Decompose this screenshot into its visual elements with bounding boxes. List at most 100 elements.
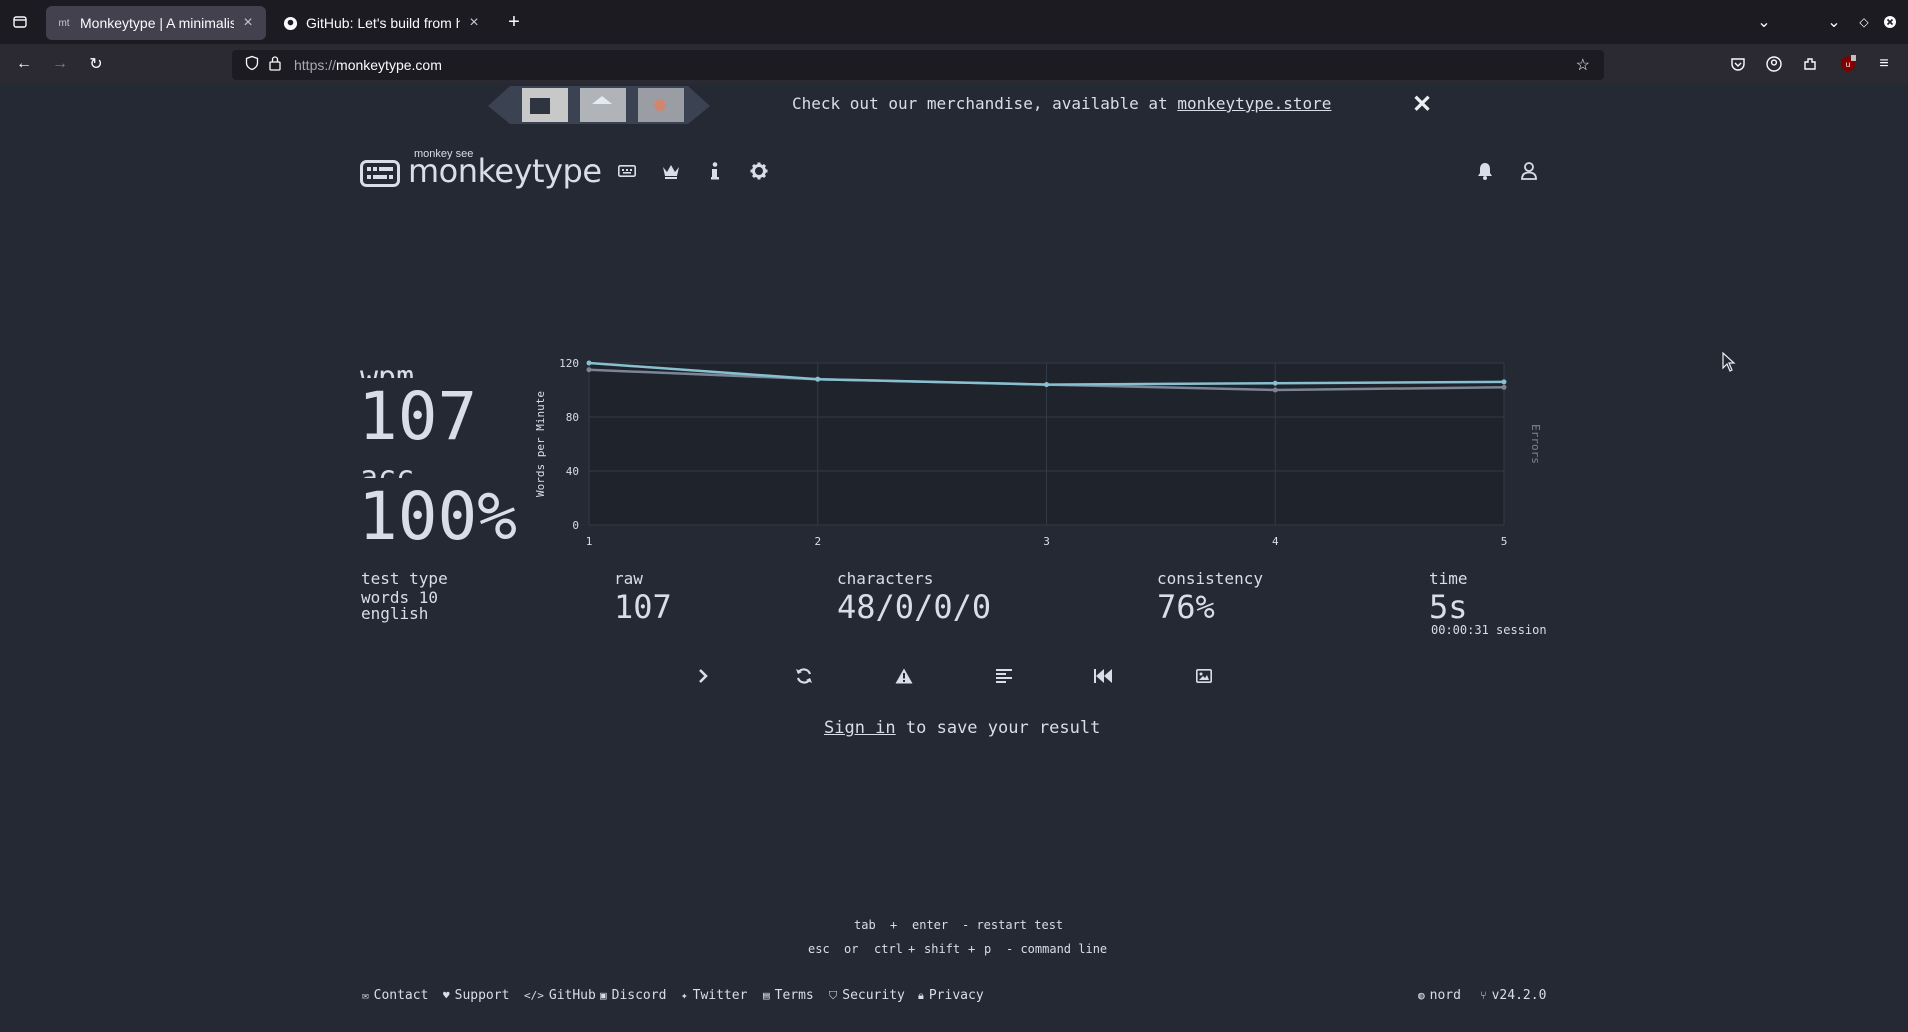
series-point <box>1044 382 1049 388</box>
user-icon[interactable] <box>1518 160 1540 182</box>
shield-icon[interactable] <box>244 55 260 76</box>
wpm-value: 107 <box>358 378 478 455</box>
words-history-icon[interactable] <box>990 664 1018 688</box>
discord-icon: ▣ <box>600 989 607 1002</box>
sign-in-link[interactable]: Sign in <box>824 718 896 738</box>
y-tick-label: 0 <box>572 519 579 532</box>
hint-command-line-text: - command line <box>1006 942 1108 956</box>
raw-label: raw <box>614 569 643 588</box>
hint-restart-text: - restart test <box>962 918 1064 932</box>
consistency-label: consistency <box>1157 569 1263 588</box>
key-p: p <box>984 942 992 956</box>
y-tick-label: 40 <box>566 465 579 478</box>
footer-github[interactable]: </> GitHub <box>524 988 596 1003</box>
svg-text:u: u <box>1846 60 1850 69</box>
back-arrow-icon[interactable]: ← <box>10 50 38 78</box>
warning-icon[interactable] <box>890 664 918 688</box>
time-value: 5s <box>1429 588 1468 626</box>
tab-title: Monkeytype | A minimalistic <box>80 15 234 31</box>
time-label: time <box>1429 569 1468 588</box>
bookmark-star-icon[interactable]: ☆ <box>1576 55 1590 75</box>
wpm-chart: 0 40 80 120 1 2 3 4 5 Words per Minute Errors <box>534 357 1542 548</box>
palette-icon: ◍ <box>1418 989 1425 1002</box>
extensions-icon[interactable] <box>1796 50 1824 78</box>
acc-value: 100% <box>358 478 517 555</box>
series-point <box>1272 380 1278 386</box>
footer-privacy[interactable]: 🔒︎ Privacy <box>918 988 984 1003</box>
x-tick-label: 3 <box>1043 535 1050 548</box>
crown-icon[interactable] <box>660 160 682 182</box>
series-point <box>1501 379 1507 385</box>
lock-icon: 🔒︎ <box>918 988 924 1002</box>
footer-terms[interactable]: ▤ Terms <box>763 988 814 1003</box>
close-tab-icon[interactable]: × <box>240 14 256 32</box>
test-type-language: english <box>361 604 429 623</box>
footer-version[interactable]: ⑂ v24.2.0 <box>1480 988 1546 1003</box>
save-screenshot-icon[interactable] <box>1190 664 1218 688</box>
x-tick-label: 2 <box>814 535 821 548</box>
x-tick-label: 5 <box>1501 535 1508 548</box>
banner-text: Check out our merchandise, available at … <box>792 94 1332 113</box>
footer-theme[interactable]: ◍ nord <box>1418 988 1461 1003</box>
pocket-icon[interactable] <box>1724 50 1752 78</box>
series-point <box>586 367 592 373</box>
envelope-icon: ✉ <box>362 989 369 1002</box>
footer-support[interactable]: ♥ Support <box>443 988 509 1003</box>
merch-image <box>488 86 710 124</box>
series-point <box>1272 387 1278 393</box>
forward-arrow-icon[interactable]: → <box>46 50 74 78</box>
y-tick-label: 120 <box>559 357 579 370</box>
browser-tabbar: mt Monkeytype | A minimalistic × GitHub:… <box>0 0 1908 44</box>
chevron-down-icon[interactable]: ⌄ <box>1820 8 1848 36</box>
code-icon: </> <box>524 989 544 1002</box>
characters-label: characters <box>837 569 934 588</box>
series-point <box>586 360 592 366</box>
replay-icon[interactable] <box>1090 664 1118 688</box>
hint-plus: + <box>890 918 898 932</box>
hamburger-menu-icon[interactable]: ≡ <box>1870 50 1898 78</box>
tab-monkeytype[interactable]: mt Monkeytype | A minimalistic × <box>46 6 266 40</box>
y-tick-label: 80 <box>566 411 579 424</box>
restore-window-icon[interactable]: ◇ <box>1850 8 1878 36</box>
info-icon[interactable] <box>704 160 726 182</box>
merch-store-link[interactable]: monkeytype.store <box>1177 94 1331 113</box>
key-shift: shift <box>924 942 961 956</box>
hint-or: or <box>844 942 859 956</box>
footer-security[interactable]: ⛉ Security <box>829 988 905 1003</box>
keyboard-icon[interactable] <box>616 160 638 182</box>
close-tab-icon[interactable]: × <box>466 14 482 32</box>
wpm-label: wpm <box>360 360 415 378</box>
reload-icon[interactable]: ↻ <box>82 50 110 78</box>
gear-icon[interactable] <box>748 160 770 182</box>
new-tab-button[interactable]: + <box>500 8 528 36</box>
consistency-value: 76% <box>1157 588 1215 626</box>
close-banner-button[interactable]: ✕ <box>1412 90 1432 119</box>
monkeytype-logo-icon[interactable] <box>360 160 400 187</box>
sign-in-prompt: Sign in to save your result <box>824 718 1101 738</box>
account-icon[interactable] <box>1760 50 1788 78</box>
test-type-label: test type <box>361 569 448 588</box>
tab-list-icon[interactable] <box>6 8 34 36</box>
logo-text[interactable]: monkeytype <box>408 152 602 190</box>
footer-discord[interactable]: ▣ Discord <box>600 988 666 1003</box>
close-window-icon[interactable] <box>1876 8 1904 36</box>
footer-contact[interactable]: ✉ Contact <box>362 988 428 1003</box>
hint-plus: + <box>908 942 916 956</box>
bell-icon[interactable] <box>1474 160 1496 182</box>
key-tab: tab <box>854 918 876 932</box>
code-branch-icon: ⑂ <box>1480 989 1487 1002</box>
tab-title: GitHub: Let's build from here <box>306 15 460 31</box>
footer-twitter[interactable]: ✦ Twitter <box>681 988 747 1003</box>
url-bar[interactable]: https://monkeytype.com ☆ <box>232 50 1604 80</box>
lock-icon[interactable] <box>268 55 282 76</box>
series-point <box>1501 384 1507 390</box>
next-test-button[interactable] <box>689 664 717 688</box>
ublock-origin-icon[interactable]: u <box>1834 50 1862 78</box>
key-enter: enter <box>912 918 949 932</box>
url-text[interactable]: https://monkeytype.com <box>294 57 442 73</box>
donate-icon: ♥ <box>443 989 450 1002</box>
restart-test-button[interactable] <box>790 664 818 688</box>
tab-github[interactable]: GitHub: Let's build from here × <box>272 6 492 40</box>
file-icon: ▤ <box>763 989 770 1002</box>
list-all-tabs-icon[interactable]: ⌄ <box>1750 8 1778 36</box>
